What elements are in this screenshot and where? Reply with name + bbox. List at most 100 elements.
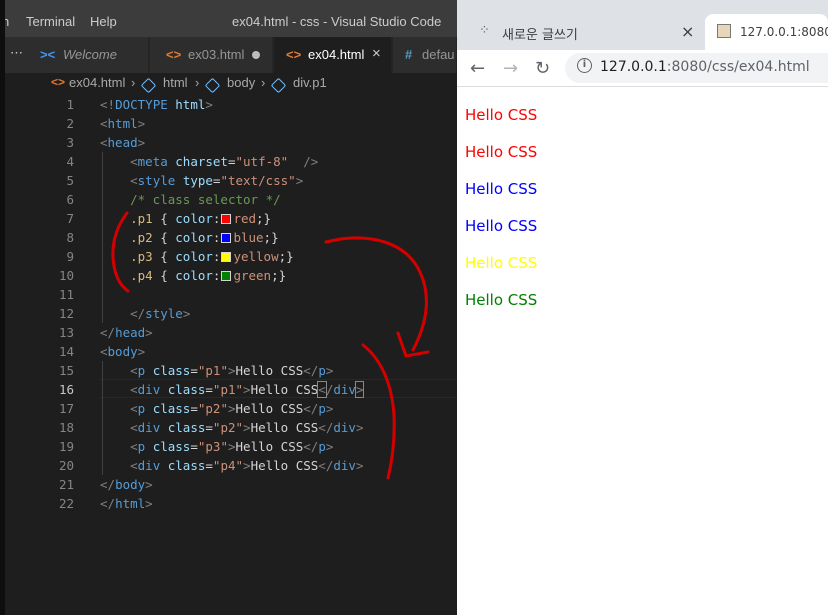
browser-window: ⁘ 새로운 글쓰기 × 127.0.0.1:8080/ ← → ↻ i 127.… (457, 0, 828, 615)
line-number: 19 (58, 439, 74, 454)
browser-tab-localhost[interactable]: 127.0.0.1:8080/ (705, 14, 828, 50)
code-line: <p class="p2">Hello CSS</p> (130, 401, 334, 416)
reload-icon[interactable]: ↻ (535, 58, 550, 79)
site-favicon-icon: ⁘ (479, 23, 490, 38)
tab-welcome[interactable]: ⋯ >< Welcome (5, 37, 149, 73)
code-line: <html> (100, 116, 146, 131)
hello-text-div4: Hello CSS (465, 291, 538, 309)
hello-text-div2: Hello CSS (465, 217, 538, 235)
cube-icon (140, 77, 157, 94)
css-rule: .p1 { color: red;} (130, 211, 272, 226)
line-number: 1 (66, 97, 74, 112)
line-number: 13 (58, 325, 74, 340)
css-rule: .p2 { color: blue;} (130, 230, 279, 245)
breadcrumb-html[interactable]: html (163, 75, 188, 90)
code-line: </html> (100, 496, 153, 511)
code-line: <p class="p1">Hello CSS</p> (130, 363, 334, 378)
browser-tab-label: 새로운 글쓰기 (502, 28, 578, 43)
page-content: Hello CSS Hello CSS Hello CSS Hello CSS … (457, 88, 828, 615)
line-number: 22 (58, 496, 74, 511)
line-number: 12 (58, 306, 74, 321)
chevron-right-icon: › (131, 75, 136, 90)
code-line: </head> (100, 325, 153, 340)
line-number: 7 (66, 211, 74, 226)
activity-bar-edge (0, 0, 5, 615)
html-file-icon: <> (166, 47, 182, 62)
code-line: </body> (100, 477, 153, 492)
line-number: 4 (66, 154, 74, 169)
breadcrumb-file[interactable]: ex04.html (69, 75, 125, 90)
color-swatch[interactable] (221, 271, 232, 281)
tab-label: ex04.html (308, 47, 365, 62)
css-rule: .p4 { color: green;} (130, 268, 287, 283)
breadcrumb-body[interactable]: body (227, 75, 255, 90)
hello-text-p1: Hello CSS (465, 106, 538, 124)
code-editor[interactable]: 1 2 3 4 5 6 7 8 9 10 11 12 13 14 15 16 1… (5, 95, 457, 615)
line-number: 10 (58, 268, 74, 283)
line-number: 20 (58, 458, 74, 473)
address-bar[interactable]: i 127.0.0.1:8080/css/ex04.html (565, 53, 828, 83)
line-number: 15 (58, 363, 74, 378)
forward-arrow-icon[interactable]: → (503, 58, 518, 79)
code-line: <style type="text/css"> (130, 173, 304, 188)
line-number: 3 (66, 135, 74, 150)
cube-icon (204, 77, 221, 94)
code-line: <div class="p4">Hello CSS</div> (130, 458, 364, 473)
breadcrumb-div[interactable]: div.p1 (293, 75, 327, 90)
line-number: 14 (58, 344, 74, 359)
code-line: <head> (100, 135, 146, 150)
menu-item-terminal[interactable]: Terminal (26, 14, 75, 29)
hello-text-div1: Hello CSS (465, 143, 538, 161)
browser-tab-label: 127.0.0.1:8080/ (740, 25, 828, 39)
tab-label: defau (422, 47, 455, 62)
tab-default[interactable]: # defau (393, 37, 457, 73)
hello-text-p2: Hello CSS (465, 180, 538, 198)
code-line: <div class="p2">Hello CSS</div> (130, 420, 364, 435)
html-file-icon: <> (51, 75, 66, 89)
code-line: <meta charset="utf-8" /> (130, 154, 319, 169)
hash-file-icon: # (405, 47, 413, 62)
browser-toolbar: ← → ↻ i 127.0.0.1:8080/css/ex04.html (457, 50, 828, 87)
css-rule: .p3 { color: yellow;} (130, 249, 294, 264)
info-icon[interactable]: i (577, 58, 592, 73)
line-number: 2 (66, 116, 74, 131)
unsaved-dot-icon[interactable] (252, 51, 260, 59)
chevron-right-icon: › (195, 75, 200, 90)
breadcrumb: <> ex04.html › html › body › div.p1 (5, 73, 457, 95)
line-number: 18 (58, 420, 74, 435)
tab-ex03[interactable]: <> ex03.html (150, 37, 273, 73)
back-arrow-icon[interactable]: ← (470, 58, 485, 79)
code-comment: /* class selector */ (130, 192, 281, 207)
line-number: 16 (58, 382, 74, 397)
chevron-right-icon: › (261, 75, 266, 90)
window-title: ex04.html - css - Visual Studio Code (232, 14, 442, 29)
line-number: 21 (58, 477, 74, 492)
line-number: 6 (66, 192, 74, 207)
color-swatch[interactable] (221, 214, 232, 224)
color-swatch[interactable] (221, 252, 232, 262)
tab-ex04[interactable]: <> ex04.html × (274, 37, 392, 73)
line-number: 8 (66, 230, 74, 245)
tab-label: Welcome (63, 47, 117, 62)
close-icon[interactable]: × (372, 45, 381, 62)
color-swatch[interactable] (221, 233, 232, 243)
html-file-icon: <> (286, 47, 302, 62)
editor-tab-bar: ⋯ >< Welcome <> ex03.html <> ex04.html ×… (5, 37, 457, 73)
line-number: 5 (66, 173, 74, 188)
line-number: 11 (58, 287, 74, 302)
code-line: <p class="p3">Hello CSS</p> (130, 439, 334, 454)
vscode-window: n Terminal Help ex04.html - css - Visual… (0, 0, 457, 615)
hello-text-p3: Hello CSS (465, 254, 538, 272)
browser-tab-new-post[interactable]: ⁘ 새로운 글쓰기 × (457, 14, 702, 50)
page-favicon-icon (717, 24, 731, 38)
code-line: <!DOCTYPE html> (100, 97, 213, 112)
close-icon[interactable]: × (681, 22, 694, 41)
line-number: 9 (66, 249, 74, 264)
tab-label: ex03.html (188, 47, 245, 62)
line-number: 17 (58, 401, 74, 416)
code-line: </style> (130, 306, 191, 321)
code-line: <div class="p1">Hello CSS</div> (130, 381, 365, 398)
menu-item-help[interactable]: Help (90, 14, 117, 29)
cube-icon (270, 77, 287, 94)
url-text: 127.0.0.1:8080/css/ex04.html (600, 59, 810, 75)
